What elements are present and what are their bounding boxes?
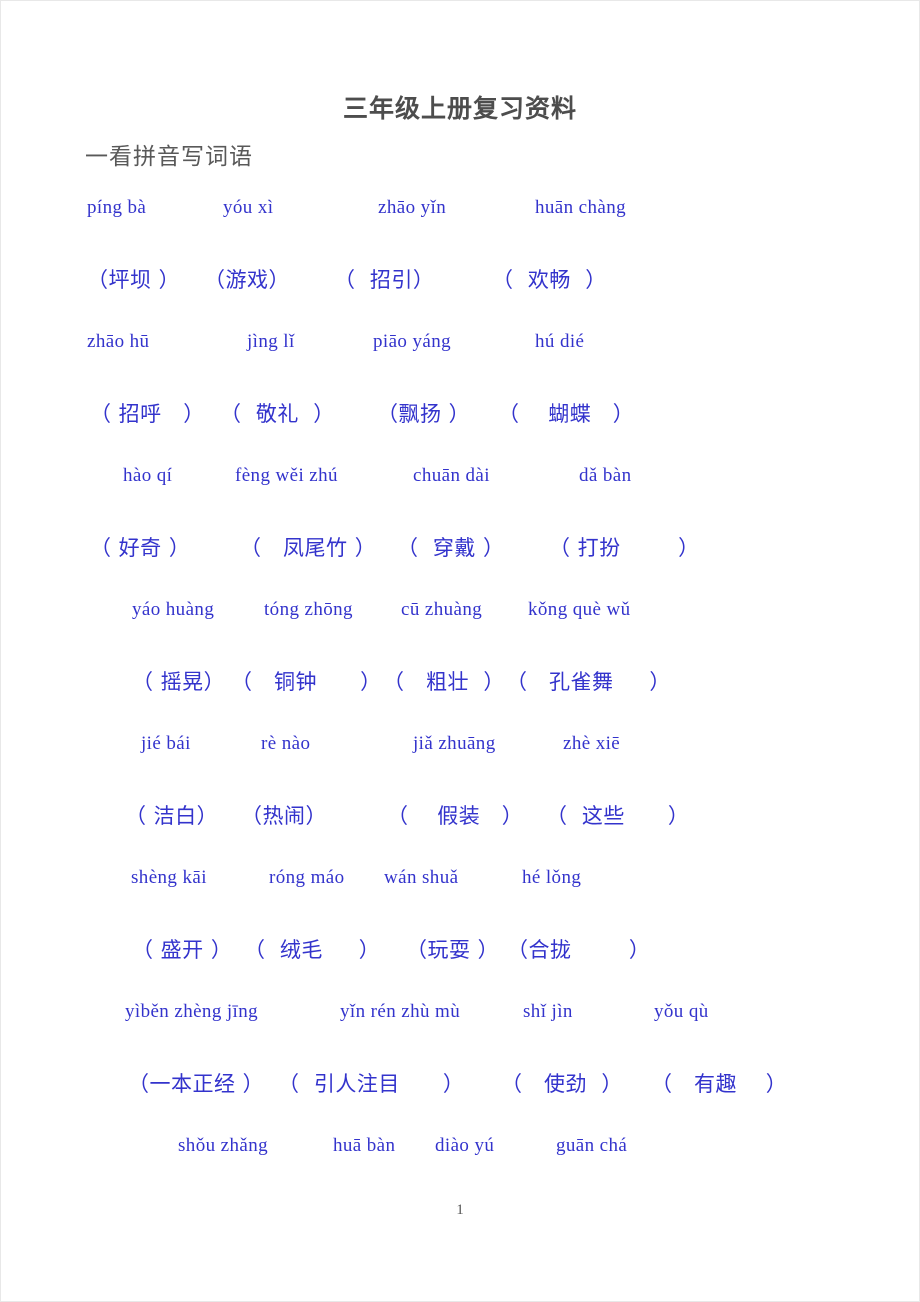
answer-term: （ 这些 ）	[546, 804, 690, 828]
answer-row: （一本正经 ） （ 引人注目 ） （ 使劲 ） （ 有趣 ）	[1, 1068, 919, 1135]
answer-term: （ 欢畅 ）	[492, 268, 607, 292]
document-page: 三年级上册复习资料 一看拼音写词语 píng bà yóu xì zhāo yǐn h…	[0, 0, 920, 1302]
pinyin-term: hé lǒng	[522, 867, 582, 888]
answer-row: （ 好奇 ） （ 凤尾竹 ） （ 穿戴 ） （ 打扮 ）	[1, 532, 919, 599]
pinyin-term: diào yú	[435, 1135, 495, 1156]
answer-term: （ 招引）	[334, 268, 435, 292]
pinyin-term: chuān dài	[413, 465, 490, 486]
answer-term: （ 盛开 ）	[132, 938, 233, 962]
answer-term: （ 摇晃）	[132, 670, 226, 694]
pinyin-term: wán shuǎ	[384, 867, 459, 888]
answer-term: （ 假装 ）	[387, 804, 524, 828]
pinyin-term: huān chàng	[535, 197, 627, 218]
answer-term: （飘扬 ）	[377, 402, 471, 426]
section-heading: 一看拼音写词语	[85, 144, 253, 170]
page-number: 1	[456, 1202, 464, 1218]
answer-term: （ 粗壮 ）	[383, 670, 505, 694]
pinyin-row: jié bái rè nào jiǎ zhuāng zhè xiē	[1, 733, 919, 800]
answer-row: （ 摇晃）（ 铜钟 ）（ 粗壮 ）（ 孔雀舞 ）	[1, 666, 919, 733]
answer-term: （游戏）	[204, 268, 290, 292]
answer-row: （ 招呼 ） （ 敬礼 ） （飘扬 ） （ 蝴蝶 ）	[1, 398, 919, 465]
answer-term: （ 洁白）	[125, 804, 219, 828]
pinyin-term: piāo yáng	[373, 331, 451, 352]
page-title: 三年级上册复习资料	[342, 94, 577, 123]
answer-term: （玩耍 ）	[406, 938, 500, 962]
pinyin-term: rè nào	[261, 733, 311, 754]
pinyin-term: shèng kāi	[131, 867, 207, 888]
pinyin-term: píng bà	[87, 197, 147, 218]
answer-term: （ 使劲 ）	[501, 1072, 623, 1096]
answer-term: （ 蝴蝶 ）	[498, 402, 635, 426]
answer-term: （ 绒毛 ）	[244, 938, 381, 962]
pinyin-term: yáo huàng	[132, 599, 215, 620]
answer-term: （一本正经 ）	[128, 1072, 265, 1096]
answer-term: （ 敬礼 ）	[220, 402, 335, 426]
answer-row: （ 盛开 ） （ 绒毛 ） （玩耍 ） （合拢 ）	[1, 934, 919, 1001]
pinyin-term: shǒu zhǎng	[178, 1135, 269, 1156]
pinyin-term: yǐn rén zhù mù	[340, 1001, 461, 1022]
pinyin-term: huā bàn	[333, 1135, 396, 1156]
pinyin-term: yǒu qù	[654, 1001, 709, 1022]
pinyin-term: hào qí	[123, 465, 173, 486]
answer-row: （ 洁白） （热闹） （ 假装 ） （ 这些 ）	[1, 800, 919, 867]
answer-term: （ 凤尾竹 ）	[240, 536, 377, 560]
answer-term: （热闹）	[241, 804, 327, 828]
pinyin-term: yóu xì	[223, 197, 274, 218]
pinyin-row: píng bà yóu xì zhāo yǐn huān chàng	[1, 197, 919, 264]
pinyin-term: zhāo yǐn	[378, 197, 447, 218]
pinyin-term: dǎ bàn	[579, 465, 632, 486]
pinyin-term: zhè xiē	[563, 733, 621, 754]
pinyin-term: guān chá	[556, 1135, 628, 1156]
pinyin-row: zhāo hū jìng lǐ piāo yáng hú dié	[1, 331, 919, 398]
answer-term: （ 好奇 ）	[90, 536, 191, 560]
pinyin-term: kǒng què wǔ	[528, 599, 631, 620]
pinyin-term: tóng zhōng	[264, 599, 353, 620]
pinyin-row: yáo huàng tóng zhōng cū zhuàng kǒng què wǔ	[1, 599, 919, 666]
pinyin-term: zhāo hū	[87, 331, 150, 352]
pinyin-term: shǐ jìn	[523, 1001, 573, 1022]
answer-term: （ 招呼 ）	[90, 402, 205, 426]
pinyin-term: yìběn zhèng jīng	[125, 1001, 259, 1022]
pinyin-term: jié bái	[141, 733, 191, 754]
pinyin-row: hào qí fèng wěi zhú chuān dài dǎ bàn	[1, 465, 919, 532]
answer-term: （ 引人注目 ）	[278, 1072, 465, 1096]
pinyin-term: cū zhuàng	[401, 599, 483, 620]
answer-term: （ 有趣 ）	[651, 1072, 788, 1096]
answer-term: （坪坝 ）	[87, 268, 181, 292]
pinyin-term: róng máo	[269, 867, 345, 888]
answer-row: （坪坝 ） （游戏） （ 招引） （ 欢畅 ）	[1, 264, 919, 331]
answer-term: （ 打扮 ）	[549, 536, 700, 560]
pinyin-term: hú dié	[535, 331, 585, 352]
pinyin-term: jiǎ zhuāng	[413, 733, 496, 754]
pinyin-term: fèng wěi zhú	[235, 465, 338, 486]
answer-term: （合拢 ）	[507, 938, 651, 962]
pinyin-row: yìběn zhèng jīng yǐn rén zhù mù shǐ jìn yǒu…	[1, 1001, 919, 1068]
answer-term: （ 铜钟 ）	[231, 670, 382, 694]
pinyin-row: shèng kāi róng máo wán shuǎ hé lǒng	[1, 867, 919, 934]
answer-term: （ 穿戴 ）	[397, 536, 505, 560]
pinyin-row: shǒu zhǎng huā bàn diào yú guān chá	[1, 1135, 919, 1202]
exercise-rows: píng bà yóu xì zhāo yǐn huān chàng （坪坝 ） （游戏）…	[1, 197, 919, 1202]
pinyin-term: jìng lǐ	[247, 331, 295, 352]
answer-term: （ 孔雀舞 ）	[506, 670, 671, 694]
